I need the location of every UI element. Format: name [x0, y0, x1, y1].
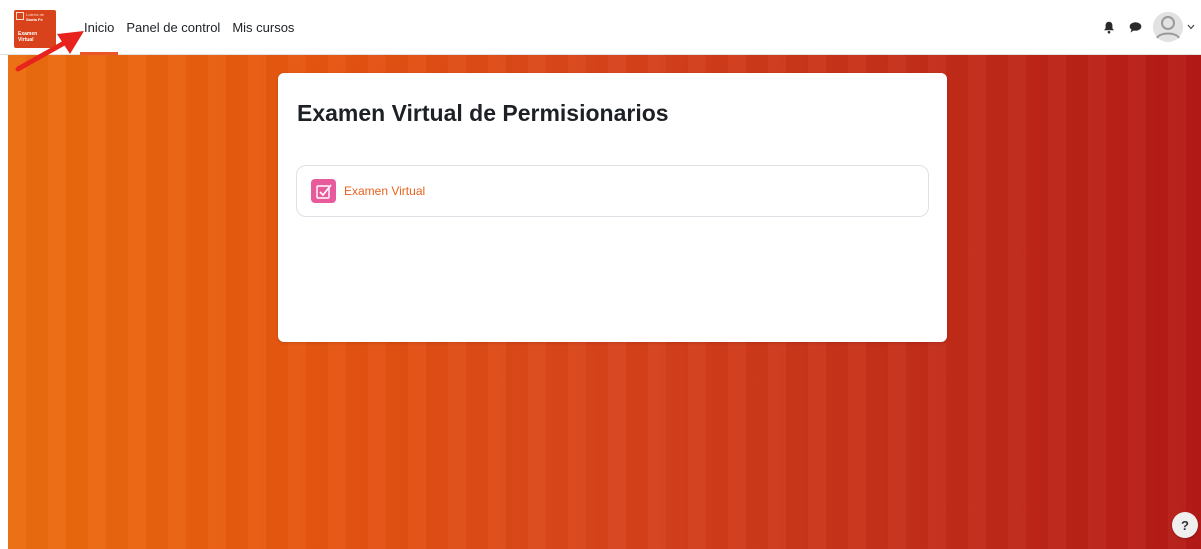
user-controls: [1101, 12, 1195, 42]
logo-brand-text: Lotería de Santa Fe: [26, 12, 44, 22]
activity-link[interactable]: Examen Virtual: [344, 184, 425, 198]
nav-item-panel-de-control[interactable]: Panel de control: [120, 0, 226, 55]
nav-item-mis-cursos[interactable]: Mis cursos: [226, 0, 300, 55]
annotation-arrow-icon: [15, 31, 84, 72]
page-title: Examen Virtual de Permisionarios: [297, 100, 669, 126]
activity-item-examen-virtual[interactable]: Examen Virtual: [296, 165, 929, 217]
top-navbar: Lotería de Santa Fe Examen Virtual Inici…: [0, 0, 1201, 55]
chevron-down-icon[interactable]: [1187, 22, 1195, 32]
course-card: Examen Virtual de Permisionarios Examen …: [278, 73, 947, 342]
avatar[interactable]: [1153, 12, 1183, 42]
bell-icon[interactable]: [1101, 19, 1117, 35]
primary-navigation: Inicio Panel de control Mis cursos: [78, 0, 300, 55]
quiz-icon: [311, 179, 336, 203]
logo-brand-line2: Santa Fe: [26, 17, 43, 22]
logo-mark-icon: [16, 12, 24, 20]
chat-bubble-icon[interactable]: [1127, 19, 1143, 35]
help-button[interactable]: ?: [1172, 512, 1198, 538]
